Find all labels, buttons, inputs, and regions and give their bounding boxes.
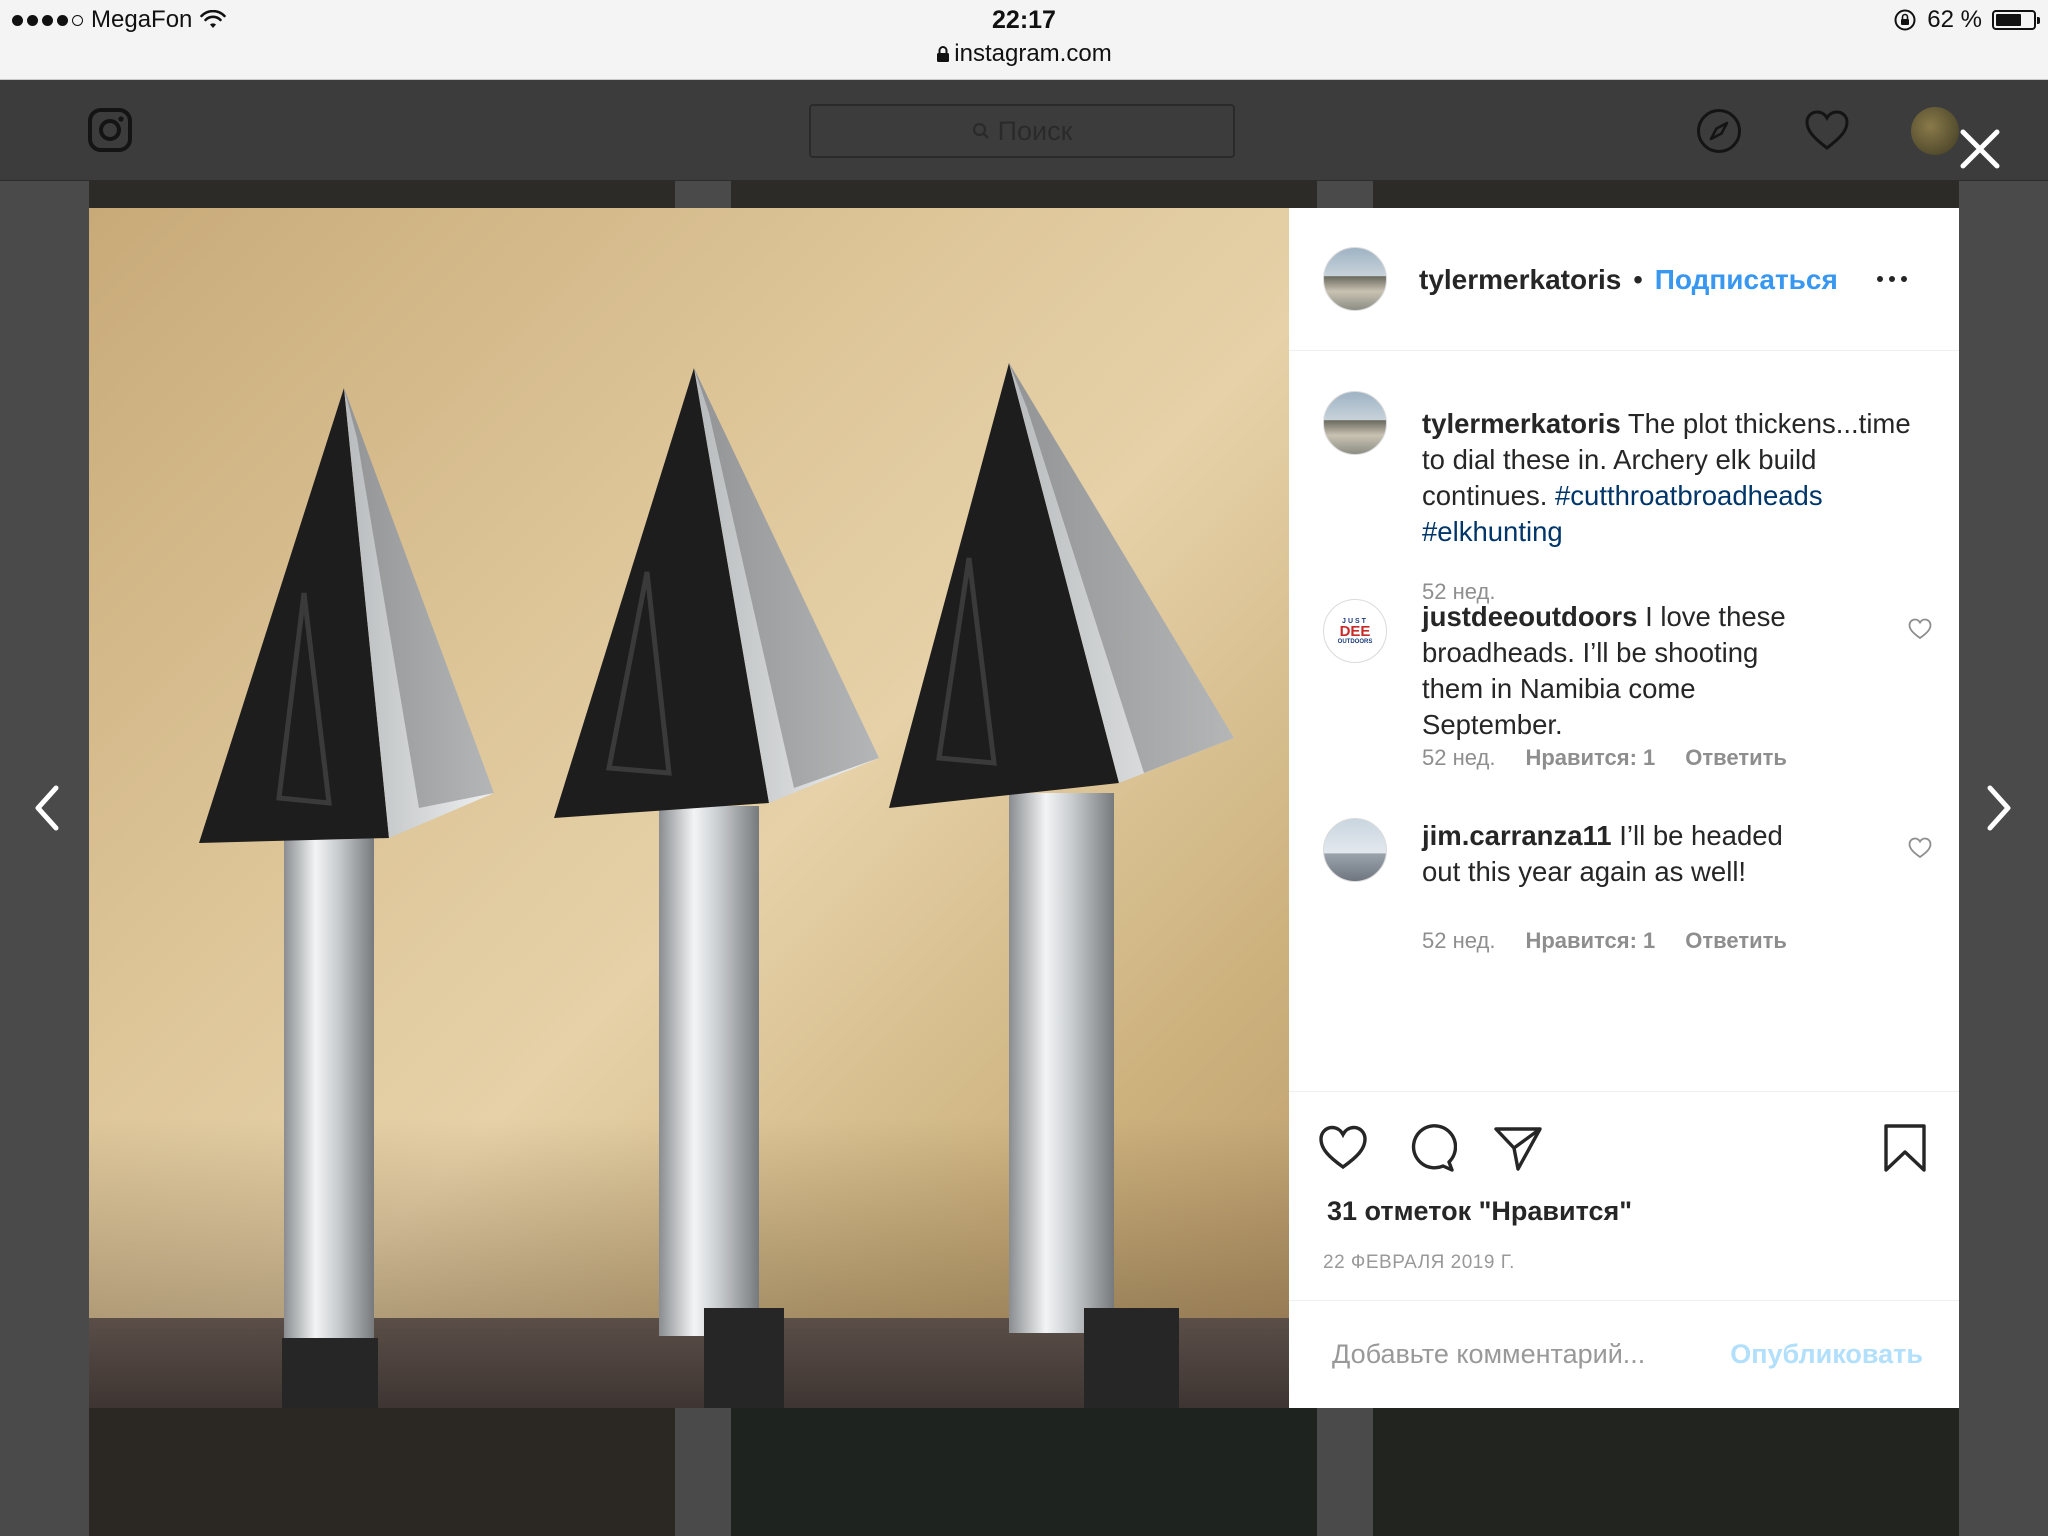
reply-button[interactable]: Ответить [1685,745,1787,771]
status-bar: MegaFon 22:17 instagram.com 62 % [0,0,2048,80]
battery-percent: 62 % [1927,6,1982,33]
comment-likes[interactable]: Нравится: 1 [1525,745,1655,771]
comment-bubble-icon[interactable] [1405,1122,1457,1174]
lock-icon [937,46,950,62]
comment-meta: 52 нед. Нравится: 1 Ответить [1422,745,1787,771]
previous-post-arrow-icon[interactable] [28,778,68,838]
comment-age[interactable]: 52 нед. [1422,745,1495,771]
close-icon[interactable] [1955,124,2005,174]
add-comment-bar: Добавьте комментарий... Опубликовать [1289,1300,1959,1410]
post-actions: 31 отметок "Нравится" 22 ФЕВРАЛЯ 2019 Г.… [1289,1091,1959,1409]
instagram-logo-icon[interactable] [88,108,132,152]
comment-age[interactable]: 52 нед. [1422,928,1495,954]
like-heart-icon[interactable] [1317,1122,1369,1174]
profile-avatar[interactable] [1911,107,1959,155]
share-send-icon[interactable] [1492,1122,1544,1174]
post-date[interactable]: 22 ФЕВРАЛЯ 2019 Г. [1323,1252,1515,1274]
instagram-header: Поиск [0,80,2048,181]
author-line: tylermerkatoris • Подписаться [1419,264,1838,296]
comment-text-block: jim.carranza11 I’ll be headed out this y… [1422,818,1822,890]
broadhead-1 [199,388,494,1408]
clock: 22:17 [992,6,1056,34]
comment-username[interactable]: justdeeoutdoors [1422,601,1637,632]
search-placeholder: Поиск [997,115,1073,146]
grid-thumbnail [89,1408,675,1536]
broadhead-3 [889,363,1234,1408]
save-bookmark-icon[interactable] [1879,1122,1931,1174]
comment-username[interactable]: jim.carranza11 [1422,820,1612,851]
grid-thumbnail [731,181,1317,208]
explore-compass-icon[interactable] [1696,108,1742,154]
separator-dot: • [1633,264,1643,295]
orientation-lock-icon [1894,9,1916,31]
address-bar[interactable]: instagram.com [0,40,2048,68]
post-header: tylermerkatoris • Подписаться [1289,208,1959,351]
hashtag-link[interactable]: #cutthroatbroadheads [1555,480,1823,511]
status-right: 62 % [1893,6,2040,34]
comment-avatar[interactable] [1323,818,1387,882]
author-avatar[interactable] [1323,247,1387,311]
likes-count[interactable]: 31 отметок "Нравится" [1327,1196,1632,1227]
url-text: instagram.com [954,40,1112,67]
follow-button[interactable]: Подписаться [1655,264,1838,295]
comment-input[interactable]: Добавьте комментарий... [1332,1339,1645,1370]
caption-text-block: tylermerkatoris The plot thickens...time… [1422,406,1922,550]
dee-logo-bottom: OUTDOORS [1337,638,1373,645]
post-modal: tylermerkatoris • Подписаться tylermerka… [89,208,1959,1408]
caption-avatar[interactable] [1323,391,1387,455]
comment-text-block: justdeeoutdoors I love these broadheads.… [1422,599,1822,743]
more-options-icon[interactable] [1877,276,1907,284]
comment-avatar[interactable]: JUST DEE OUTDOORS [1323,599,1387,663]
search-input[interactable]: Поиск [809,104,1235,158]
search-icon [972,122,989,139]
post-sidebar: tylermerkatoris • Подписаться tylermerka… [1289,208,1959,1408]
author-username[interactable]: tylermerkatoris [1419,264,1621,295]
comments-list: tylermerkatoris The plot thickens...time… [1289,351,1959,1091]
broadheads-illustration [199,363,1234,1408]
comment-likes[interactable]: Нравится: 1 [1525,928,1655,954]
caption-username[interactable]: tylermerkatoris [1422,408,1621,439]
grid-thumbnail [731,1408,1317,1536]
comment-meta: 52 нед. Нравится: 1 Ответить [1422,928,1787,954]
broadhead-2 [554,368,879,1408]
grid-thumbnail [1373,1408,1959,1536]
like-comment-heart-icon[interactable] [1908,618,1932,640]
publish-button[interactable]: Опубликовать [1730,1339,1923,1370]
activity-heart-icon[interactable] [1804,108,1850,154]
hashtag-link[interactable]: #elkhunting [1422,516,1563,547]
grid-thumbnail [89,181,675,208]
dee-logo-main: DEE [1339,622,1371,640]
battery-icon [1992,10,2040,30]
grid-thumbnail [1373,181,1959,208]
like-comment-heart-icon[interactable] [1908,837,1932,859]
reply-button[interactable]: Ответить [1685,928,1787,954]
next-post-arrow-icon[interactable] [1978,778,2018,838]
post-photo[interactable] [89,208,1289,1408]
